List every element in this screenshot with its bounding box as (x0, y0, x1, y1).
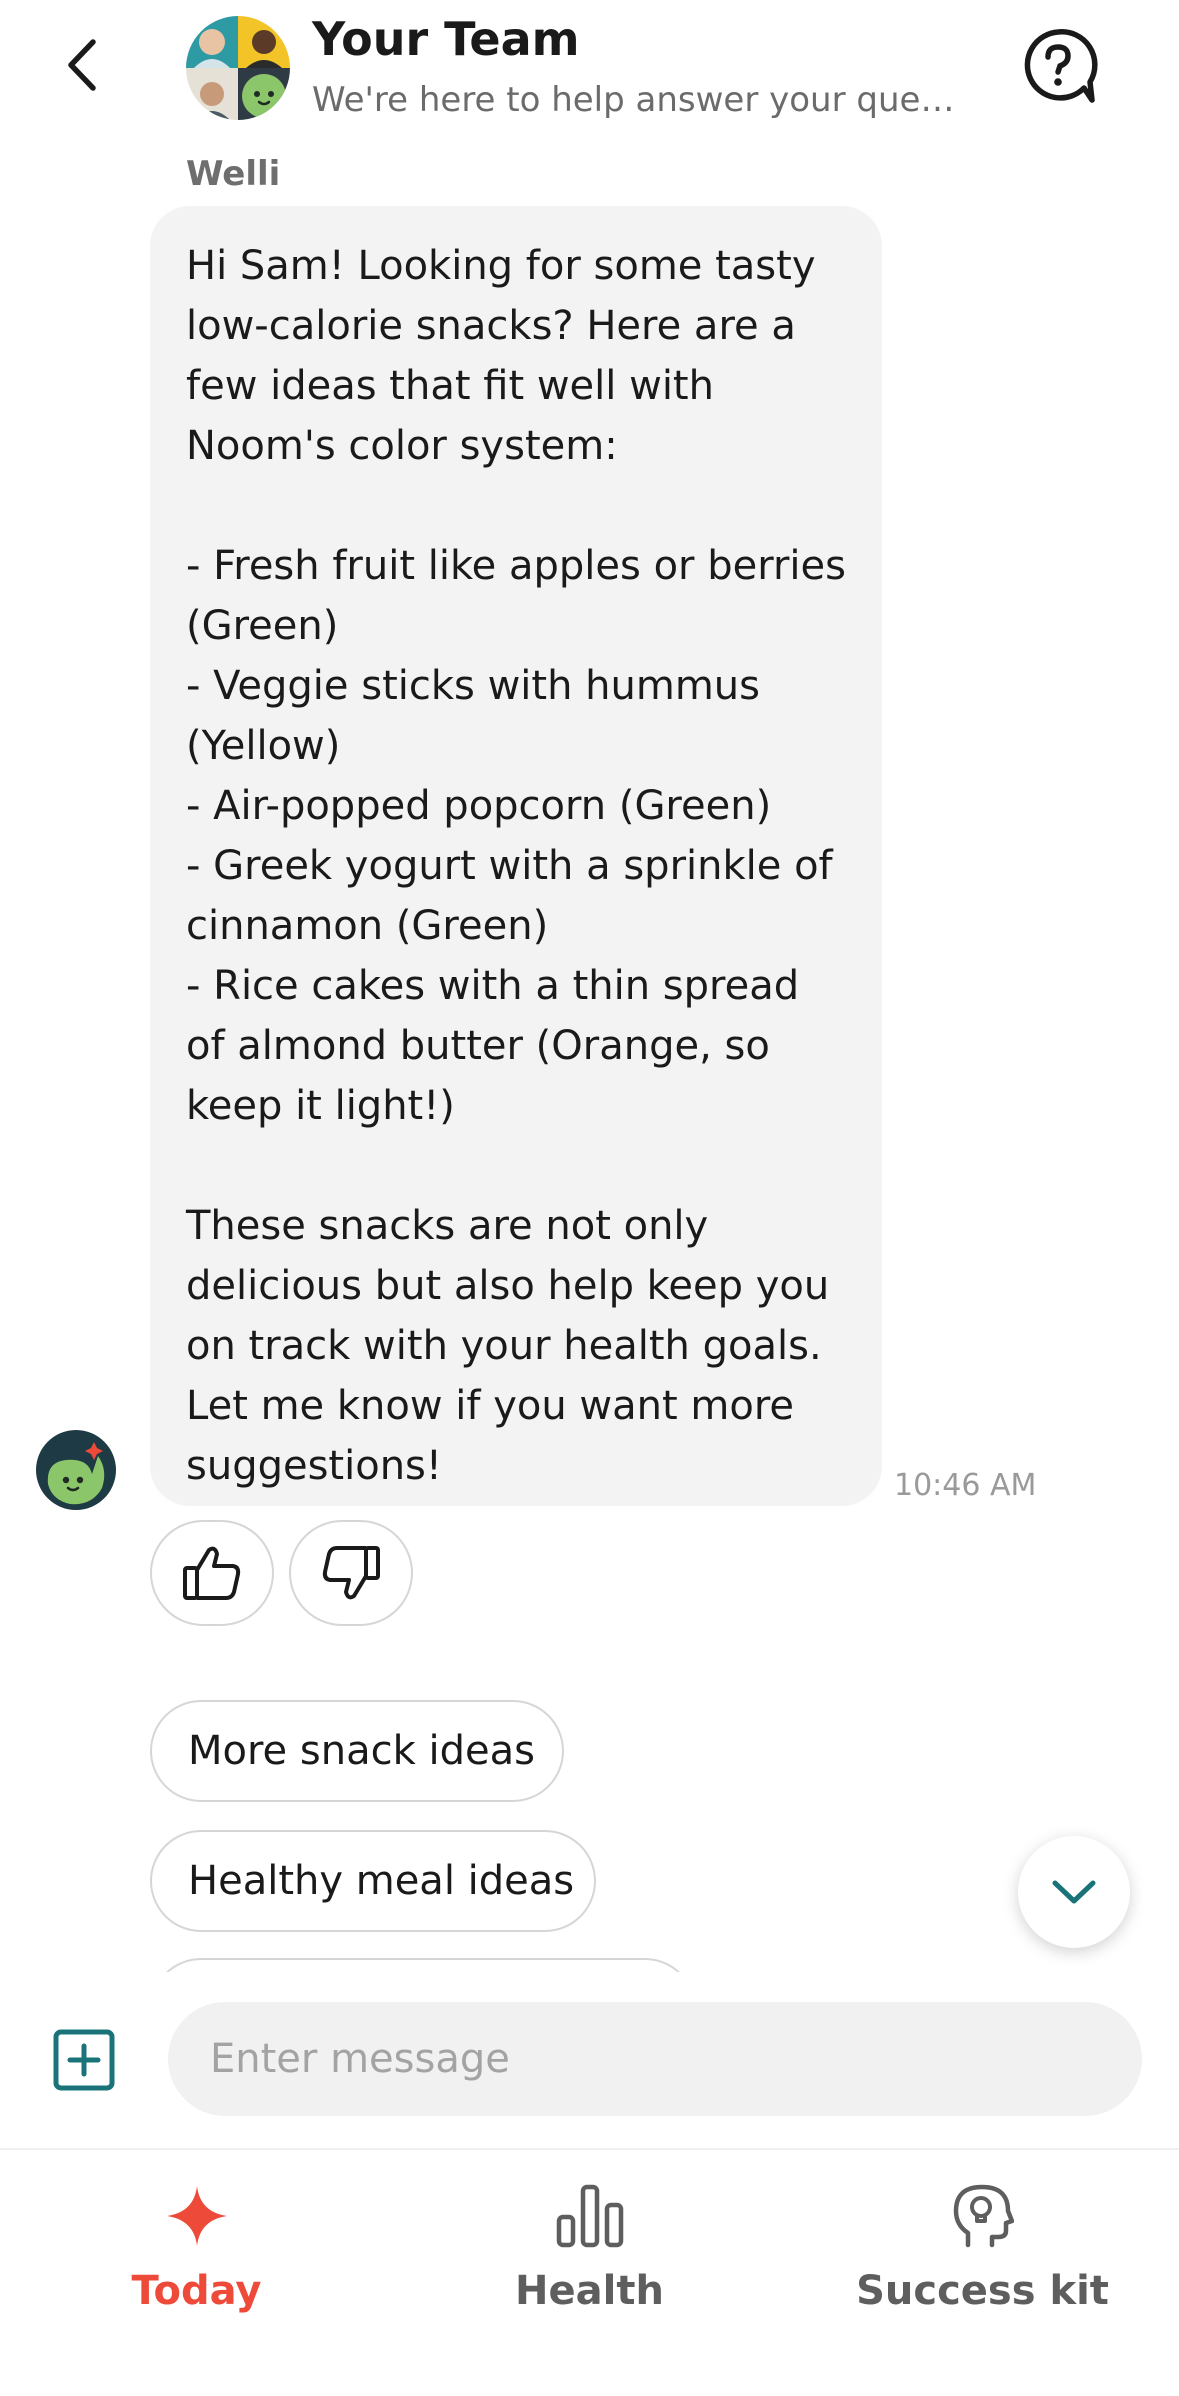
bottom-navigation: Today Health Success kit (0, 2148, 1179, 2396)
question-bubble-icon (1024, 29, 1098, 103)
scroll-to-bottom-button[interactable] (1018, 1836, 1130, 1948)
bot-avatar (36, 1430, 116, 1510)
tab-success-kit-label: Success kit (856, 2268, 1109, 2314)
chevron-left-icon (68, 39, 96, 91)
tab-today-label: Today (131, 2268, 262, 2314)
back-button[interactable] (52, 30, 112, 100)
message-input[interactable] (168, 2002, 1142, 2116)
message-text: Hi Sam! Looking for some tasty low-calor… (186, 243, 846, 1489)
chat-header: Your Team We're here to help answer your… (0, 0, 1179, 140)
bar-chart-icon (556, 2184, 623, 2248)
team-avatar[interactable] (186, 16, 290, 120)
tab-health[interactable]: Health (393, 2150, 786, 2396)
tab-health-label: Health (515, 2268, 664, 2314)
suggestion-chip[interactable]: More snack ideas (150, 1700, 564, 1802)
plus-square-icon (53, 2029, 115, 2091)
tab-today[interactable]: Today (0, 2150, 393, 2396)
chevron-down-icon (1052, 1880, 1096, 1904)
add-attachment-button[interactable] (52, 2028, 116, 2092)
sparkle-icon (166, 2186, 227, 2246)
message-sender: Welli (186, 154, 281, 194)
thumbs-up-icon (183, 1546, 241, 1600)
message-timestamp: 10:46 AM (894, 1468, 1037, 1503)
page-subtitle: We're here to help answer your questi… (312, 80, 972, 120)
head-lightbulb-icon (953, 2184, 1014, 2248)
suggestion-chip[interactable]: Healthy meal ideas (150, 1830, 596, 1932)
page-title: Your Team (312, 12, 580, 66)
help-button[interactable] (1018, 26, 1098, 106)
thumbs-down-icon (322, 1546, 380, 1600)
message-bubble: Hi Sam! Looking for some tasty low-calor… (150, 206, 882, 1506)
tab-success-kit[interactable]: Success kit (786, 2150, 1179, 2396)
thumbs-up-button[interactable] (150, 1520, 274, 1626)
thumbs-down-button[interactable] (289, 1520, 413, 1626)
